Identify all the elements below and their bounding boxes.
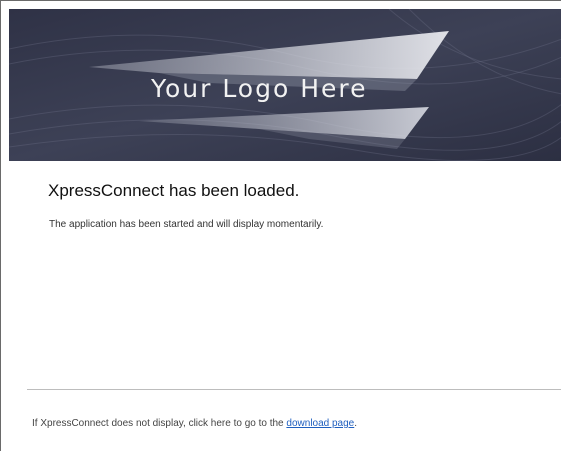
footer-suffix: . (354, 418, 358, 429)
logo-banner: Your Logo Here (9, 9, 561, 161)
logo-banner-graphic: Your Logo Here (9, 9, 561, 161)
page-title: XpressConnect has been loaded. (48, 181, 300, 200)
download-page-link[interactable]: download page (286, 418, 354, 429)
logo-text: Your Logo Here (150, 74, 368, 103)
footer-help-text: If XpressConnect does not display, click… (32, 418, 357, 429)
loader-window: Your Logo Here XpressConnect has been lo… (0, 0, 561, 451)
footer-prefix: If XpressConnect does not display, click… (32, 418, 284, 429)
status-message: The application has been started and wil… (49, 219, 324, 230)
footer-divider (27, 389, 561, 390)
